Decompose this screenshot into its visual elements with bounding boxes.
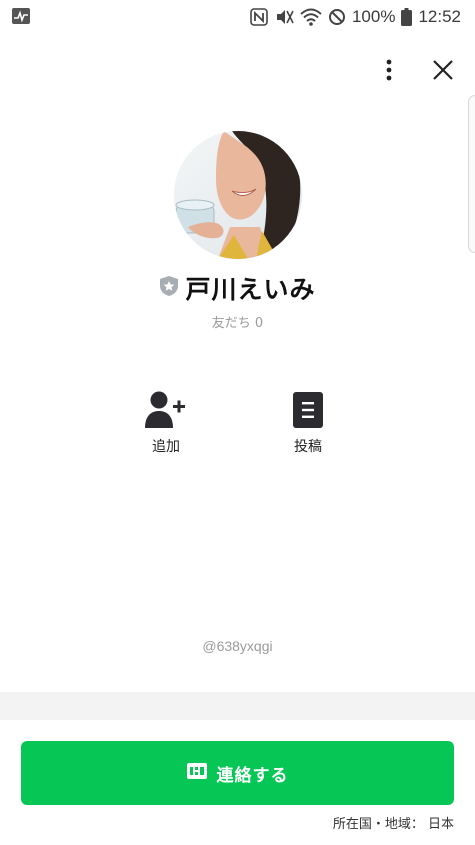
battery-percent: 100% [351, 7, 396, 26]
more-vertical-icon [386, 59, 392, 81]
profile-name-row: 戸川えいみ [0, 270, 475, 306]
side-panel-handle[interactable] [468, 95, 475, 253]
line-id: @638yxqgi [202, 638, 273, 654]
friends-count: 友だち 0 [211, 316, 264, 331]
add-friend-icon [145, 388, 187, 428]
more-options-button[interactable] [371, 52, 407, 88]
close-button[interactable] [425, 52, 461, 88]
wifi-icon [300, 8, 322, 26]
contact-button[interactable]: 連絡する [21, 741, 454, 805]
section-divider [0, 692, 475, 720]
profile-name: 戸川えいみ [185, 275, 316, 304]
post-document-icon [293, 388, 323, 428]
activity-icon [12, 8, 30, 24]
add-friend-label: 追加 [152, 439, 180, 455]
add-friend-button[interactable]: 追加 [126, 388, 206, 456]
post-label: 投稿 [294, 439, 322, 455]
status-bar: 100% 12:52 [0, 0, 475, 34]
shield-star-icon [159, 275, 179, 301]
battery-icon [401, 8, 413, 26]
blocked-icon [328, 8, 346, 26]
region-label: 所在国・地域： 日本 [332, 817, 454, 832]
clock: 12:52 [418, 7, 461, 26]
profile-avatar[interactable] [174, 131, 302, 259]
contact-button-label: 連絡する [216, 765, 289, 786]
chat-icon [186, 763, 207, 783]
vibrate-icon [274, 8, 294, 26]
close-icon [433, 60, 453, 80]
post-button[interactable]: 投稿 [268, 388, 348, 456]
nfc-icon [250, 8, 268, 26]
